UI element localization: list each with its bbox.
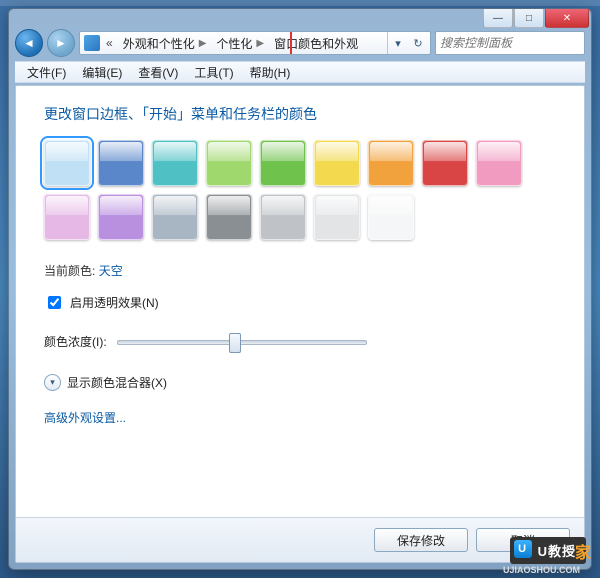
color-swatch[interactable] — [98, 140, 144, 186]
menu-bar: 文件(F) 编辑(E) 查看(V) 工具(T) 帮助(H) — [15, 61, 585, 83]
color-swatch[interactable] — [260, 140, 306, 186]
save-button[interactable]: 保存修改 — [374, 528, 468, 552]
address-bar[interactable]: « 外观和个性化▶ 个性化▶ 窗口颜色和外观 ▾ ↻ — [79, 31, 431, 55]
intensity-row: 颜色浓度(I): — [44, 332, 556, 350]
transparency-row[interactable]: 启用透明效果(N) — [44, 293, 556, 312]
transparency-label: 启用透明效果(N) — [70, 294, 159, 311]
content-pane: 更改窗口边框、「开始」菜单和任务栏的颜色 当前颜色: 天空 启用透明效果(N) … — [15, 85, 585, 563]
menu-tools[interactable]: 工具(T) — [186, 64, 241, 81]
color-swatch[interactable] — [98, 194, 144, 240]
close-button[interactable]: ✕ — [545, 9, 589, 28]
color-mixer-label: 显示颜色混合器(X) — [67, 374, 167, 391]
color-swatch[interactable] — [368, 194, 414, 240]
nav-forward-button[interactable]: ► — [47, 29, 75, 57]
menu-help[interactable]: 帮助(H) — [242, 64, 299, 81]
menu-edit[interactable]: 编辑(E) — [74, 64, 130, 81]
search-box[interactable]: 🔍 — [435, 31, 585, 55]
intensity-slider-thumb[interactable] — [229, 333, 241, 353]
location-icon — [84, 35, 100, 51]
advanced-appearance-link[interactable]: 高级外观设置... — [44, 409, 556, 426]
menu-view[interactable]: 查看(V) — [130, 64, 186, 81]
color-swatch[interactable] — [314, 140, 360, 186]
nav-back-button[interactable]: ◄ — [15, 29, 43, 57]
breadcrumb-level1[interactable]: 外观和个性化▶ — [117, 32, 211, 54]
watermark-tail: 家 — [575, 539, 592, 563]
color-mixer-toggle[interactable]: ▾ 显示颜色混合器(X) — [44, 374, 556, 391]
minimize-button[interactable]: — — [483, 9, 513, 28]
current-color-value: 天空 — [99, 264, 123, 278]
chevron-down-icon: ▾ — [44, 374, 61, 391]
breadcrumb-level3[interactable]: 窗口颜色和外观 — [268, 32, 362, 54]
breadcrumb-level2[interactable]: 个性化▶ — [210, 32, 268, 54]
watermark: U教授 家 UJIAOSHOU.COM — [510, 537, 586, 564]
search-input[interactable] — [436, 36, 600, 50]
color-swatch[interactable] — [314, 194, 360, 240]
color-swatch-grid — [44, 140, 524, 240]
maximize-button[interactable]: □ — [514, 9, 544, 28]
color-swatch[interactable] — [152, 194, 198, 240]
intensity-label: 颜色浓度(I): — [44, 333, 107, 350]
watermark-text: U教授 — [538, 541, 576, 560]
bottom-bar: 保存修改 取消 — [16, 517, 584, 562]
color-swatch[interactable] — [422, 140, 468, 186]
intensity-slider[interactable] — [117, 332, 367, 350]
color-swatch[interactable] — [206, 140, 252, 186]
current-color-row: 当前颜色: 天空 — [44, 262, 556, 279]
color-swatch[interactable] — [260, 194, 306, 240]
titlebar: — □ ✕ — [9, 9, 591, 29]
color-swatch[interactable] — [44, 140, 90, 186]
color-swatch[interactable] — [152, 140, 198, 186]
refresh-icon[interactable]: ↻ — [408, 32, 428, 54]
current-color-label: 当前颜色: — [44, 264, 95, 278]
breadcrumb-ellipsis[interactable]: « — [102, 32, 117, 54]
color-swatch[interactable] — [206, 194, 252, 240]
address-dropdown-icon[interactable]: ▾ — [388, 32, 408, 54]
color-swatch[interactable] — [44, 194, 90, 240]
menu-file[interactable]: 文件(F) — [19, 64, 74, 81]
color-swatch[interactable] — [368, 140, 414, 186]
page-title: 更改窗口边框、「开始」菜单和任务栏的颜色 — [44, 104, 556, 124]
watermark-sub: UJIAOSHOU.COM — [503, 565, 580, 575]
color-swatch[interactable] — [476, 140, 522, 186]
window-frame: — □ ✕ ◄ ► « 外观和个性化▶ 个性化▶ 窗口颜色和外观 ▾ ↻ 🔍 文… — [8, 8, 592, 570]
transparency-checkbox[interactable] — [48, 296, 61, 309]
